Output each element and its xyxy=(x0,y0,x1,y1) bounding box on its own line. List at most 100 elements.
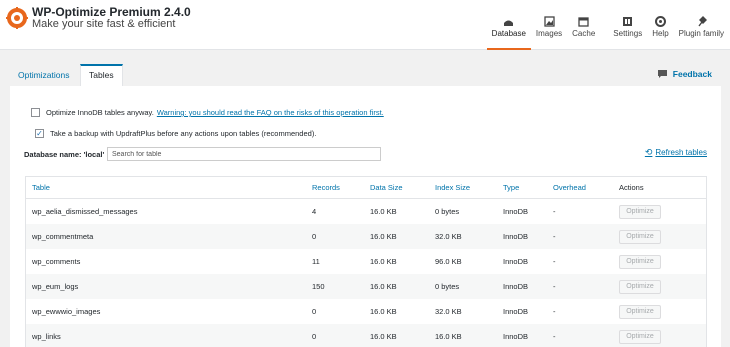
cell-type: InnoDB xyxy=(503,282,529,291)
cell-records: 0 xyxy=(312,307,317,316)
plugin-subtitle: Make your site fast & efficient xyxy=(32,18,176,30)
backup-option: ✓ Take a backup with UpdraftPlus before … xyxy=(35,129,316,138)
table-row: wp_links 0 16.0 KB 16.0 KB InnoDB - Opti… xyxy=(26,324,706,347)
cell-records: 0 xyxy=(312,232,317,241)
sub-tabs: Optimizations Tables Feedback xyxy=(0,64,730,86)
feedback-link[interactable]: Feedback xyxy=(657,69,712,79)
cell-actions: Optimize xyxy=(619,299,661,324)
images-icon xyxy=(543,16,555,27)
col-table[interactable]: Table xyxy=(32,177,50,198)
tab-optimizations[interactable]: Optimizations xyxy=(10,64,78,86)
database-name-label: Database name: 'local' xyxy=(24,150,105,159)
faq-warning-link[interactable]: Warning: you should read the FAQ on the … xyxy=(157,108,384,117)
cell-index-size: 32.0 KB xyxy=(435,307,462,316)
refresh-tables-link[interactable]: ⟲ Refresh tables xyxy=(645,147,707,158)
table-row: wp_commentmeta 0 16.0 KB 32.0 KB InnoDB … xyxy=(26,224,706,249)
cell-data-size: 16.0 KB xyxy=(370,282,397,291)
table-row: wp_comments 11 16.0 KB 96.0 KB InnoDB - … xyxy=(26,249,706,274)
optimize-button[interactable]: Optimize xyxy=(619,279,661,294)
top-nav: Database Images Cache Settings Help Plug… xyxy=(486,0,730,50)
cell-type: InnoDB xyxy=(503,257,529,266)
table-row: wp_aelia_dismissed_messages 4 16.0 KB 0 … xyxy=(26,199,706,224)
optimize-button[interactable]: Optimize xyxy=(619,204,661,219)
nav-images[interactable]: Images xyxy=(531,0,567,50)
cell-table-name: wp_aelia_dismissed_messages xyxy=(32,207,138,216)
optimize-button[interactable]: Optimize xyxy=(619,254,661,269)
cell-records: 11 xyxy=(312,257,320,266)
col-records[interactable]: Records xyxy=(312,177,340,198)
cell-index-size: 0 bytes xyxy=(435,207,460,216)
cell-data-size: 16.0 KB xyxy=(370,257,397,266)
backup-label: Take a backup with UpdraftPlus before an… xyxy=(50,129,317,138)
nav-database[interactable]: Database xyxy=(486,0,532,50)
col-index-size[interactable]: Index Size xyxy=(435,177,470,198)
cell-data-size: 16.0 KB xyxy=(370,207,397,216)
nav-settings[interactable]: Settings xyxy=(608,0,647,50)
table-header-row: Table Records Data Size Index Size Type … xyxy=(26,177,706,199)
plugin-header: WP-Optimize Premium 2.4.0 Make your site… xyxy=(0,0,730,50)
cell-table-name: wp_comments xyxy=(32,257,81,266)
cell-table-name: wp_eum_logs xyxy=(32,282,79,291)
cell-data-size: 16.0 KB xyxy=(370,232,397,241)
innodb-label: Optimize InnoDB tables anyway. xyxy=(46,108,154,117)
tab-tables[interactable]: Tables xyxy=(80,64,123,86)
cell-table-name: wp_ewwwio_images xyxy=(32,307,101,316)
nav-label: Help xyxy=(652,29,669,38)
innodb-checkbox[interactable] xyxy=(31,108,40,117)
feedback-label: Feedback xyxy=(672,69,712,79)
cell-actions: Optimize xyxy=(619,324,661,347)
speech-bubble-icon xyxy=(657,69,667,78)
nav-label: Settings xyxy=(613,29,643,38)
nav-label: Cache xyxy=(572,29,596,38)
database-icon xyxy=(504,20,514,26)
plugin-title: WP-Optimize Premium 2.4.0 xyxy=(32,5,191,19)
cell-overhead: - xyxy=(553,232,556,241)
table-search-input[interactable] xyxy=(107,147,381,161)
tables-panel: Optimize InnoDB tables anyway. Warning: … xyxy=(10,86,721,347)
cell-index-size: 32.0 KB xyxy=(435,232,462,241)
cell-actions: Optimize xyxy=(619,249,661,274)
database-tables-table: Table Records Data Size Index Size Type … xyxy=(25,176,707,347)
cell-type: InnoDB xyxy=(503,232,529,241)
col-data-size[interactable]: Data Size xyxy=(370,177,403,198)
nav-label: Plugin family xyxy=(678,29,724,38)
cell-overhead: - xyxy=(553,282,556,291)
cell-type: InnoDB xyxy=(503,332,529,341)
cell-table-name: wp_links xyxy=(32,332,61,341)
cell-index-size: 96.0 KB xyxy=(435,257,462,266)
cell-index-size: 16.0 KB xyxy=(435,332,462,341)
table-row: wp_eum_logs 150 16.0 KB 0 bytes InnoDB -… xyxy=(26,274,706,299)
refresh-label: Refresh tables xyxy=(655,148,707,157)
nav-plugin-family[interactable]: Plugin family xyxy=(674,0,730,50)
cell-data-size: 16.0 KB xyxy=(370,332,397,341)
col-actions: Actions xyxy=(619,183,644,192)
help-icon xyxy=(654,16,666,27)
refresh-icon: ⟲ xyxy=(644,147,653,157)
backup-checkbox[interactable]: ✓ xyxy=(35,129,44,138)
cell-data-size: 16.0 KB xyxy=(370,307,397,316)
cache-icon xyxy=(578,17,589,27)
nav-label: Images xyxy=(535,29,563,38)
cell-records: 4 xyxy=(312,207,317,216)
cell-records: 0 xyxy=(312,332,317,341)
col-overhead[interactable]: Overhead xyxy=(553,177,586,198)
optimize-button[interactable]: Optimize xyxy=(619,304,661,319)
cell-records: 150 xyxy=(312,282,325,291)
cell-actions: Optimize xyxy=(619,224,661,249)
plugin-family-icon xyxy=(698,16,707,27)
nav-label: Database xyxy=(491,29,526,38)
table-row: wp_ewwwio_images 0 16.0 KB 32.0 KB InnoD… xyxy=(26,299,706,324)
nav-help[interactable]: Help xyxy=(647,0,673,50)
innodb-option: Optimize InnoDB tables anyway. Warning: … xyxy=(31,108,384,117)
nav-cache[interactable]: Cache xyxy=(567,0,600,50)
col-type[interactable]: Type xyxy=(503,177,519,198)
optimize-button[interactable]: Optimize xyxy=(619,229,661,244)
cell-actions: Optimize xyxy=(619,274,661,299)
cell-index-size: 0 bytes xyxy=(435,282,460,291)
cell-overhead: - xyxy=(553,257,556,266)
cell-overhead: - xyxy=(553,207,556,216)
settings-icon xyxy=(623,17,633,26)
cell-overhead: - xyxy=(553,332,556,341)
cell-overhead: - xyxy=(553,307,556,316)
optimize-button[interactable]: Optimize xyxy=(619,329,661,344)
